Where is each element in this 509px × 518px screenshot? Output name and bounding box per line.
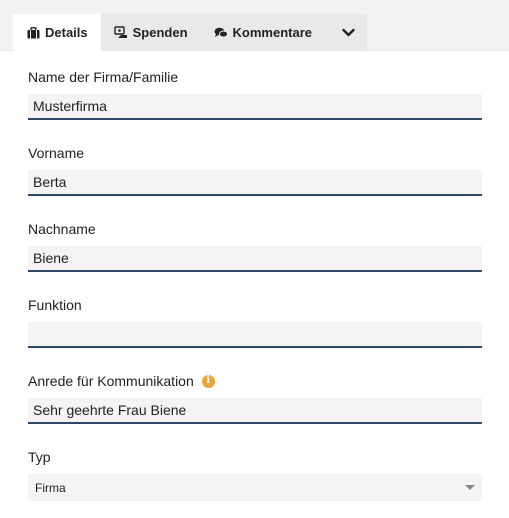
tab-spenden[interactable]: Spenden: [101, 14, 201, 51]
tab-list: Details Spenden Kommentare: [13, 14, 368, 51]
field-firma: Name der Firma/Familie: [28, 68, 482, 120]
field-typ: Typ Firma: [28, 448, 482, 501]
firma-label: Name der Firma/Familie: [28, 69, 179, 85]
briefcase-icon: [26, 26, 40, 40]
anrede-input[interactable]: [28, 398, 482, 424]
typ-select[interactable]: Firma: [28, 474, 482, 501]
firma-input[interactable]: [28, 94, 482, 120]
tab-details-label: Details: [45, 25, 88, 40]
tab-details[interactable]: Details: [13, 14, 101, 51]
field-anrede: Anrede für Kommunikation i: [28, 372, 482, 424]
anrede-label-row: Anrede für Kommunikation i: [28, 372, 482, 390]
donation-icon: [113, 26, 128, 40]
tab-kommentare-label: Kommentare: [232, 25, 313, 40]
anrede-label: Anrede für Kommunikation: [28, 373, 194, 389]
field-vorname: Vorname: [28, 144, 482, 196]
field-nachname: Nachname: [28, 220, 482, 272]
typ-label: Typ: [28, 449, 51, 465]
tab-more-dropdown[interactable]: [325, 14, 367, 51]
vorname-label: Vorname: [28, 145, 85, 161]
tab-bar: Details Spenden Kommentare: [0, 0, 509, 51]
info-icon[interactable]: i: [201, 374, 215, 388]
field-funktion: Funktion: [28, 296, 482, 348]
funktion-label: Funktion: [28, 297, 82, 313]
tab-kommentare[interactable]: Kommentare: [201, 14, 325, 51]
comments-icon: [214, 26, 228, 40]
funktion-input[interactable]: [28, 322, 482, 348]
nachname-input[interactable]: [28, 246, 482, 272]
nachname-label: Nachname: [28, 221, 96, 237]
vorname-input[interactable]: [28, 170, 482, 196]
chevron-down-icon: [341, 26, 355, 40]
tab-spenden-label: Spenden: [132, 25, 188, 40]
typ-selected-value: Firma: [35, 480, 66, 495]
caret-down-icon: [465, 485, 475, 490]
